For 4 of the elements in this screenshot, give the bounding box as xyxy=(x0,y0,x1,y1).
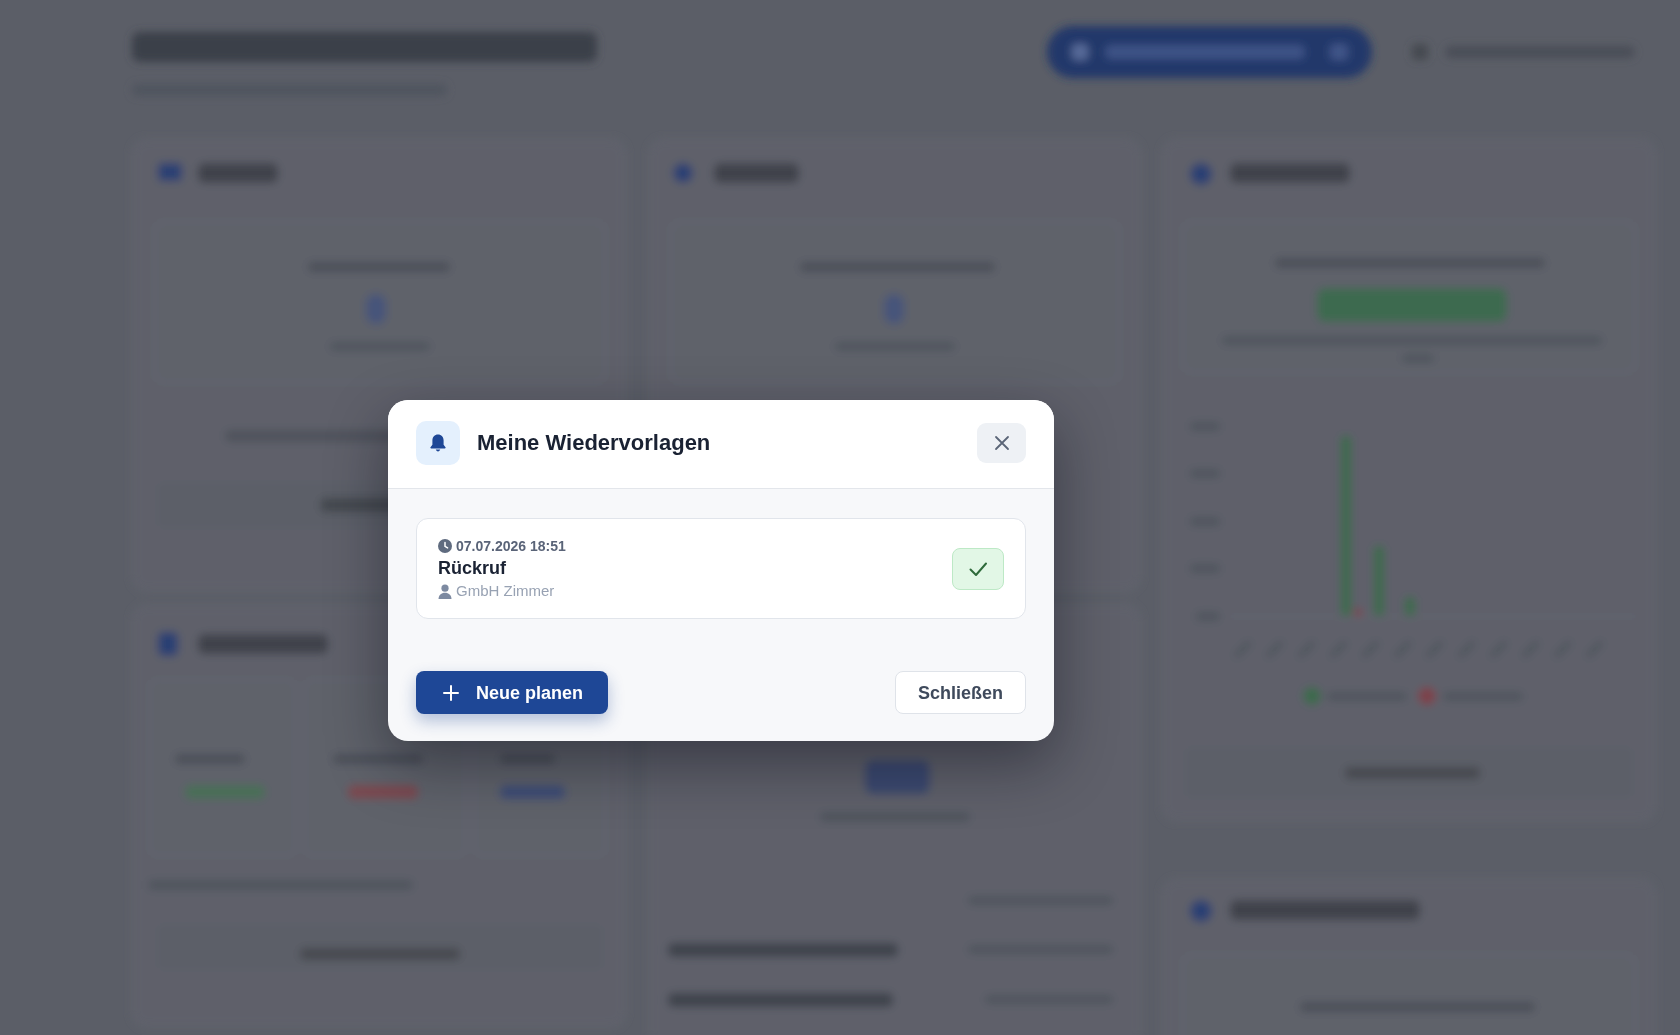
contact-text: GmbH Zimmer xyxy=(456,581,555,601)
dialog-title: Meine Wiedervorlagen xyxy=(477,429,711,457)
due-date-text: 07.07.2026 18:51 xyxy=(456,537,566,555)
reminder-title: Rückruf xyxy=(438,557,506,580)
